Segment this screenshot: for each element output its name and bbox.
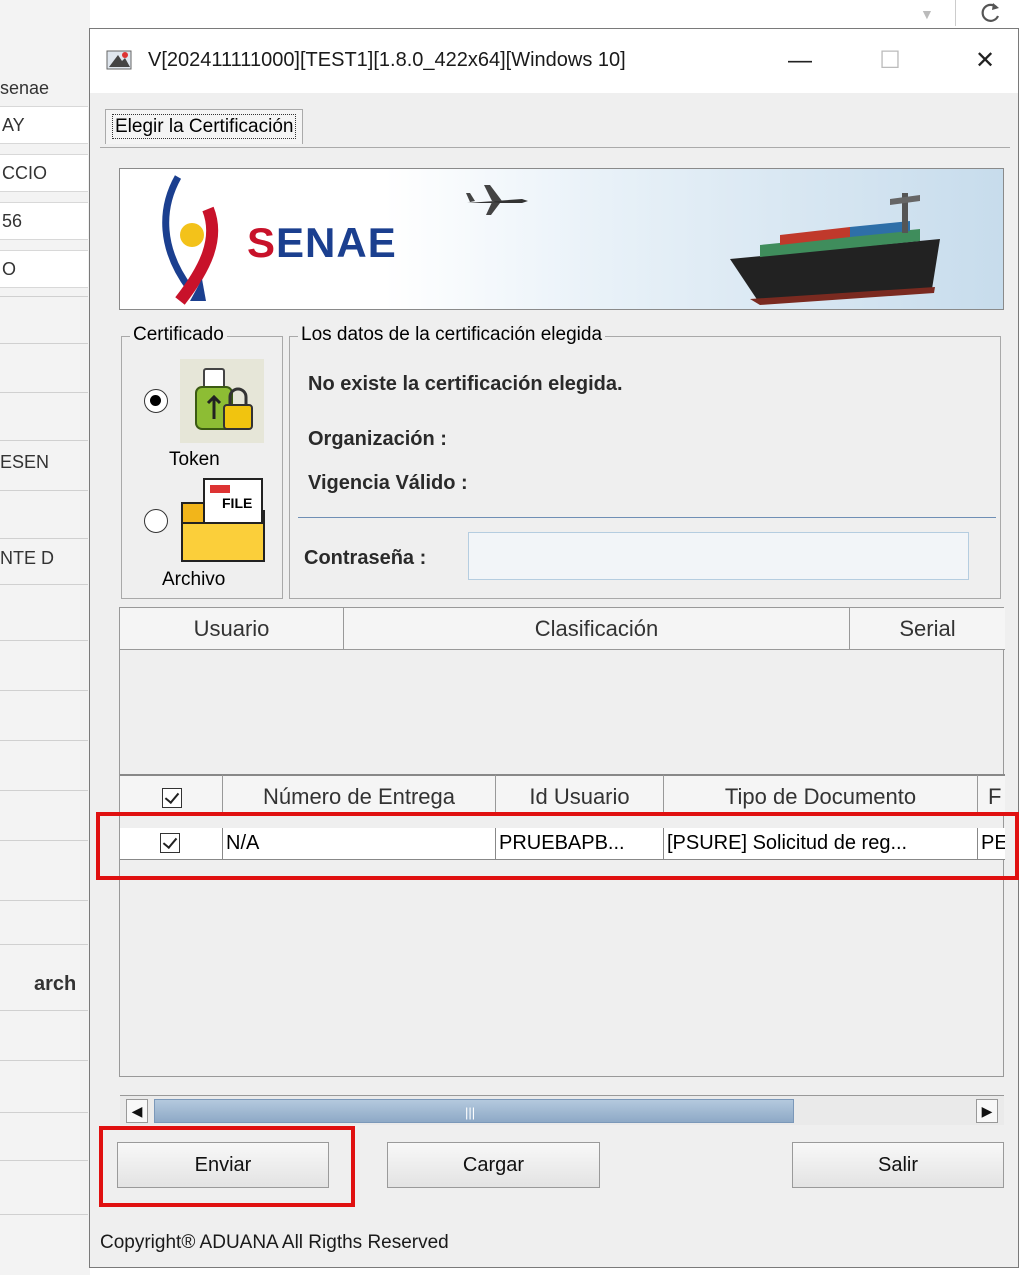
cargar-button[interactable]: Cargar (387, 1142, 600, 1188)
app-icon (106, 47, 132, 73)
airplane-icon (466, 185, 528, 215)
bg-label-senae: senae (0, 78, 50, 98)
refresh-icon[interactable] (978, 0, 1004, 29)
close-button[interactable]: ✕ (965, 41, 1005, 81)
scroll-right-arrow[interactable]: ▶ (976, 1099, 998, 1123)
certificado-legend: Certificado (130, 324, 227, 346)
bg-field: AY (0, 106, 88, 144)
column-header-serial[interactable]: Serial (850, 608, 1005, 650)
bg-divider (0, 1112, 88, 1113)
scroll-left-arrow[interactable]: ◀ (126, 1099, 148, 1123)
senae-logo-icon (162, 175, 219, 305)
bg-divider (0, 1160, 88, 1161)
archivo-label[interactable]: Archivo (162, 569, 225, 591)
tab-panel-border (100, 147, 1010, 148)
scroll-thumb[interactable]: ||| (154, 1099, 794, 1123)
bg-divider (0, 944, 88, 945)
column-header-clasificacion[interactable]: Clasificación (344, 608, 850, 650)
token-radio[interactable] (144, 389, 168, 413)
column-header-numero-entrega[interactable]: Número de Entrega (223, 774, 496, 816)
bg-field: ESEN (0, 452, 50, 472)
archivo-radio[interactable] (144, 509, 168, 533)
bg-divider (0, 440, 88, 441)
vigencia-label: Vigencia Válido : (308, 472, 468, 494)
minimize-button[interactable]: — (780, 41, 820, 81)
tab-label: Elegir la Certificación (112, 114, 297, 139)
certificate-dialog: V[202411111000][TEST1][1.8.0_422x64][Win… (89, 28, 1019, 1268)
window-title: V[202411111000][TEST1][1.8.0_422x64][Win… (148, 49, 626, 71)
bg-field: CCIO (0, 154, 88, 192)
cargo-ship-icon (730, 193, 940, 305)
bg-divider (0, 640, 88, 641)
bg-divider (0, 840, 88, 841)
bg-divider (0, 392, 88, 393)
background-toolbar: ▼ (880, 0, 1019, 28)
bg-divider (0, 296, 88, 297)
bg-label-arch: arch (34, 973, 77, 995)
highlight-enviar-annotation (99, 1126, 355, 1207)
bg-divider (0, 740, 88, 741)
bg-divider (0, 1010, 88, 1011)
senae-banner: SENAE (119, 168, 1004, 310)
certificado-group: Certificado Token FILE Archivo (121, 324, 283, 599)
senae-wordmark: SENAE (247, 219, 397, 266)
bg-divider (0, 1214, 88, 1215)
column-header-f[interactable]: F (978, 774, 1005, 816)
dropdown-arrow-icon[interactable]: ▼ (920, 6, 934, 22)
bg-divider (0, 790, 88, 791)
column-header-usuario[interactable]: Usuario (120, 608, 344, 650)
column-header-tipo-documento[interactable]: Tipo de Documento (664, 774, 978, 816)
column-header-id-usuario[interactable]: Id Usuario (496, 774, 664, 816)
bg-divider (0, 584, 88, 585)
bg-field: 56 (0, 202, 88, 240)
horizontal-scrollbar[interactable]: ◀ ||| ▶ (120, 1095, 1004, 1125)
scroll-grip: ||| (465, 1105, 476, 1120)
organizacion-label: Organización : (308, 428, 447, 450)
title-bar[interactable]: V[202411111000][TEST1][1.8.0_422x64][Win… (90, 29, 1018, 93)
password-label: Contraseña : (304, 547, 427, 569)
usb-token-icon (180, 359, 264, 443)
bg-field: NTE D (0, 548, 54, 568)
select-all-checkbox[interactable] (162, 788, 182, 808)
toolbar-divider (955, 0, 956, 26)
highlight-row-annotation (96, 812, 1019, 880)
maximize-button[interactable]: ☐ (870, 41, 910, 81)
password-input[interactable] (468, 532, 969, 580)
datos-legend: Los datos de la certificación elegida (298, 324, 606, 346)
bg-divider (0, 490, 88, 491)
salir-button[interactable]: Salir (792, 1142, 1004, 1188)
certificacion-status: No existe la certificación elegida. (308, 373, 623, 395)
bg-divider (0, 343, 88, 344)
tab-elegir-certificacion[interactable]: Elegir la Certificación (105, 109, 304, 144)
token-label[interactable]: Token (169, 449, 220, 471)
bg-divider (0, 1060, 88, 1061)
bg-divider (0, 690, 88, 691)
bg-field: O (0, 250, 88, 288)
bg-divider (0, 538, 88, 539)
bg-divider (0, 900, 88, 901)
file-folder-icon: FILE (180, 477, 266, 563)
separator (298, 517, 996, 518)
file-icon-text: FILE (222, 495, 253, 511)
copyright-text: Copyright® ADUANA All Rigths Reserved (100, 1232, 449, 1253)
